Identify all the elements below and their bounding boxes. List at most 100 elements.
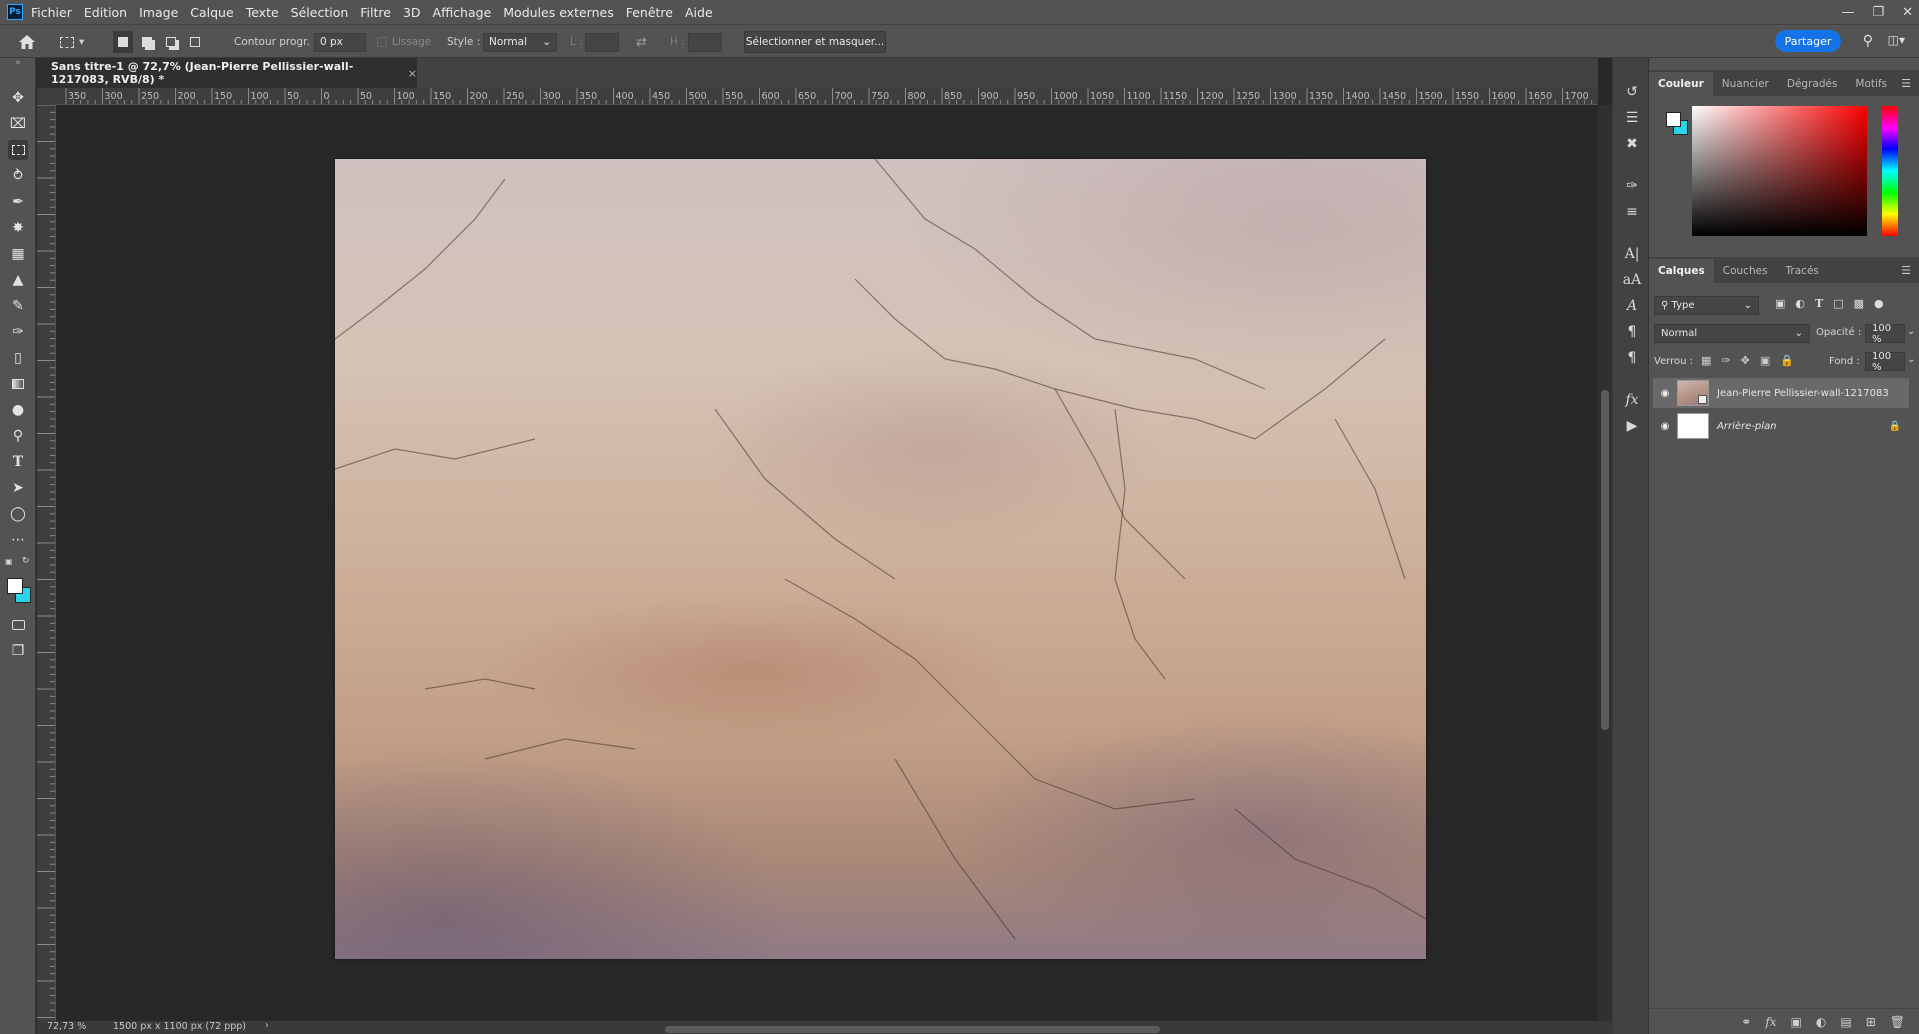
chevron-down-icon[interactable]: ⌄ — [1907, 326, 1915, 337]
document-image[interactable] — [335, 159, 1426, 959]
menu-fichier[interactable]: Fichier — [31, 5, 72, 20]
layer-filter-select[interactable]: ⚲ Type ⌄ — [1654, 296, 1759, 315]
workspace-icon[interactable]: ◫▾ — [1888, 33, 1905, 47]
quick-selection-icon[interactable]: ✸ — [8, 218, 28, 238]
intersect-selection-button[interactable] — [185, 31, 205, 53]
stamp-tool-icon[interactable]: ▲ — [8, 270, 28, 290]
menu-image[interactable]: Image — [139, 5, 178, 20]
character-styles-icon[interactable]: aA — [1622, 270, 1642, 290]
link-layers-icon[interactable]: ⚭ — [1741, 1015, 1751, 1029]
new-layer-icon[interactable]: ⊞ — [1866, 1015, 1876, 1029]
swap-colors-icon[interactable]: ↻ — [22, 556, 30, 566]
history-icon[interactable]: ↺ — [1622, 82, 1642, 102]
character-icon[interactable]: A| — [1622, 244, 1642, 264]
tab-degrades[interactable]: Dégradés — [1778, 72, 1847, 96]
filter-smart-object-icon[interactable]: ▩ — [1854, 297, 1864, 310]
menu-fenetre[interactable]: Fenêtre — [626, 5, 673, 20]
menu-filtre[interactable]: Filtre — [360, 5, 391, 20]
paragraph-styles-icon[interactable]: ¶ — [1622, 348, 1642, 368]
panel-menu-icon[interactable]: ☰ — [1901, 77, 1919, 96]
tab-couches[interactable]: Couches — [1714, 259, 1777, 283]
ellipse-tool-icon[interactable]: ◯ — [8, 504, 28, 524]
subtract-selection-button[interactable] — [161, 31, 181, 53]
trash-icon[interactable]: 🗑 — [1890, 1015, 1905, 1029]
eyedropper-icon[interactable]: ✎ — [8, 296, 28, 316]
eraser-tool-icon[interactable]: ▯ — [8, 348, 28, 368]
lock-all-icon[interactable]: 🔒 — [1780, 354, 1794, 367]
tools-presets-icon[interactable]: ✖ — [1622, 134, 1642, 154]
filter-shape-icon[interactable]: □ — [1833, 297, 1843, 310]
visibility-eye-icon[interactable]: ◉ — [1653, 421, 1677, 432]
screen-mode-icon[interactable]: ❐ — [8, 641, 28, 661]
menu-3d[interactable]: 3D — [403, 5, 421, 20]
brushes-icon[interactable]: ✑ — [1622, 176, 1642, 196]
fx-icon[interactable]: fx — [1622, 390, 1642, 410]
tab-calques[interactable]: Calques — [1649, 259, 1714, 283]
lock-pixels-icon[interactable]: ✑ — [1721, 354, 1730, 367]
fill-input[interactable]: 100 % — [1865, 351, 1905, 373]
blend-mode-select[interactable]: Normal ⌄ — [1654, 324, 1810, 343]
tab-motifs[interactable]: Motifs — [1846, 72, 1896, 96]
marquee-tool-icon[interactable] — [8, 140, 28, 160]
dodge-tool-icon[interactable]: ⚲ — [8, 426, 28, 446]
blur-tool-icon[interactable]: ● — [8, 400, 28, 420]
menu-selection[interactable]: Sélection — [291, 5, 349, 20]
layer-name[interactable]: Jean-Pierre Pellissier-wall-1217083 — [1717, 388, 1889, 399]
share-button[interactable]: Partager — [1775, 30, 1841, 52]
reset-colors-icon[interactable]: ▣ — [5, 557, 13, 566]
panel-menu-icon[interactable]: ☰ — [1901, 264, 1919, 283]
menu-edition[interactable]: Edition — [84, 5, 127, 20]
quick-mask-icon[interactable] — [8, 615, 28, 635]
select-and-mask-button[interactable]: Sélectionner et masquer... — [744, 31, 886, 53]
width-input[interactable] — [585, 32, 619, 52]
collapse-icon[interactable]: » — [8, 58, 28, 68]
add-mask-icon[interactable]: ▣ — [1791, 1015, 1802, 1029]
filter-type-icon[interactable]: T — [1815, 297, 1823, 310]
menu-calque[interactable]: Calque — [190, 5, 233, 20]
close-tab-icon[interactable]: × — [408, 67, 417, 80]
close-icon[interactable]: ✕ — [1902, 5, 1913, 20]
horizontal-ruler[interactable]: 350 300 250 200 150 100 50 0 50 100 150 200 250 300 35… — [56, 88, 1598, 105]
gradient-tool-icon[interactable] — [8, 374, 28, 394]
add-selection-button[interactable] — [137, 31, 157, 53]
swap-dimensions-icon[interactable]: ⇄ — [636, 25, 647, 59]
minimize-icon[interactable]: — — [1841, 5, 1854, 20]
hue-slider[interactable] — [1882, 106, 1898, 236]
filter-adjustment-icon[interactable]: ◐ — [1795, 297, 1805, 310]
menu-texte[interactable]: Texte — [246, 5, 279, 20]
vertical-scroll-thumb[interactable] — [1601, 390, 1609, 730]
crop-tool-icon[interactable]: ⌧ — [8, 114, 28, 134]
layer-style-icon[interactable]: fx — [1765, 1015, 1776, 1029]
lock-artboard-icon[interactable]: ▣ — [1760, 354, 1770, 367]
style-select[interactable]: Normal ⌄ — [483, 32, 557, 52]
paragraph-icon[interactable]: ¶ — [1622, 322, 1642, 342]
foreground-color-swatch[interactable] — [7, 578, 23, 594]
tab-nuancier[interactable]: Nuancier — [1713, 72, 1778, 96]
menu-modules-externes[interactable]: Modules externes — [503, 5, 613, 20]
restore-icon[interactable]: ❐ — [1872, 5, 1884, 20]
brush-tool-icon[interactable]: ✑ — [8, 322, 28, 342]
antialias-checkbox[interactable]: Lissage — [377, 25, 431, 59]
layer-row[interactable]: ◉ Jean-Pierre Pellissier-wall-1217083 — [1653, 378, 1909, 408]
zoom-level[interactable]: 72,73 % — [47, 1021, 86, 1032]
home-icon[interactable] — [18, 25, 36, 59]
search-icon[interactable]: ⚲ — [1863, 33, 1873, 49]
frame-tool-icon[interactable]: ▦ — [8, 244, 28, 264]
lock-transparency-icon[interactable]: ▦ — [1701, 354, 1711, 367]
glyphs-icon[interactable]: A — [1622, 296, 1642, 316]
visibility-eye-icon[interactable]: ◉ — [1653, 388, 1677, 399]
adjustments-icon[interactable]: ☰ — [1622, 108, 1642, 128]
layer-row[interactable]: ◉ Arrière-plan 🔒 — [1653, 411, 1909, 441]
marquee-preset-picker[interactable]: ▾ — [60, 25, 84, 59]
vertical-ruler[interactable] — [37, 105, 56, 1021]
brush-settings-icon[interactable]: ≡ — [1622, 202, 1642, 222]
filter-pixel-icon[interactable]: ▣ — [1775, 297, 1785, 310]
tab-traces[interactable]: Tracés — [1777, 259, 1828, 283]
actions-play-icon[interactable]: ▶ — [1622, 416, 1642, 436]
lasso-tool-icon[interactable]: ⥁ — [8, 166, 28, 186]
color-field[interactable] — [1692, 106, 1867, 236]
lock-position-icon[interactable]: ✥ — [1741, 354, 1750, 367]
menu-affichage[interactable]: Affichage — [433, 5, 492, 20]
layer-name[interactable]: Arrière-plan — [1717, 421, 1776, 432]
feather-input[interactable]: 0 px — [314, 32, 366, 52]
